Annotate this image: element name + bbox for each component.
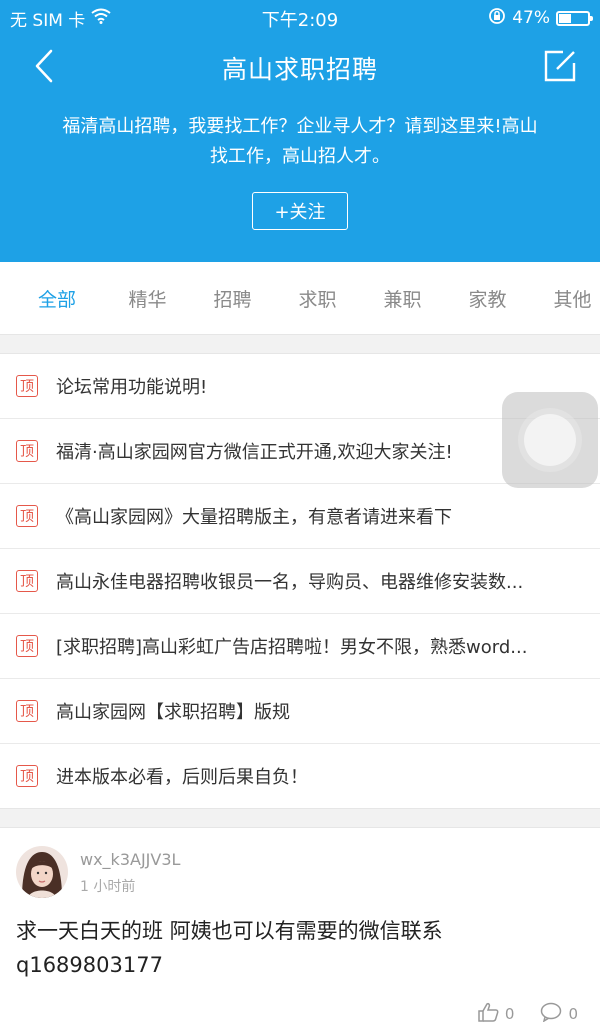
pinned-title: 福清·高山家园网官方微信正式开通,欢迎大家关注!: [56, 442, 453, 463]
pinned-badge: 顶: [16, 505, 38, 527]
forum-description: 福清高山招聘，我要找工作？企业寻人才？请到这里来!高山找工作，高山招人才。: [62, 116, 538, 167]
list-item[interactable]: 顶 高山永佳电器招聘收银员一名，导购员、电器维修安装数...: [0, 549, 600, 614]
battery-level: [559, 13, 572, 23]
tab-part-time[interactable]: 兼职: [360, 285, 445, 312]
comment-icon: [540, 1002, 562, 1026]
follow-button[interactable]: +关注: [252, 192, 348, 230]
pinned-title: 高山家园网【求职招聘】版规: [56, 702, 290, 723]
list-item[interactable]: 顶 [求职招聘]高山彩虹广告店招聘啦！男女不限，熟悉word...: [0, 614, 600, 679]
list-item[interactable]: 顶 《高山家园网》大量招聘版主，有意者请进来看下: [0, 484, 600, 549]
tab-other[interactable]: 其他: [530, 285, 600, 312]
comment-count: 0: [568, 1005, 578, 1023]
post-card[interactable]: wx_k3AJJV3L 1 小时前 求一天白天的班 阿姨也可以有需要的微信联系q…: [0, 827, 600, 1034]
back-button[interactable]: [24, 48, 64, 88]
pinned-badge: 顶: [16, 375, 38, 397]
post-content: 求一天白天的班 阿姨也可以有需要的微信联系q1689803177: [16, 919, 443, 977]
post-time: 1 小时前: [80, 879, 136, 895]
chevron-left-icon: [34, 49, 54, 87]
tab-job-seeking[interactable]: 求职: [275, 285, 360, 312]
rotation-lock-icon: [488, 7, 506, 30]
tab-recruit[interactable]: 招聘: [190, 285, 275, 312]
pinned-title: 高山永佳电器招聘收银员一名，导购员、电器维修安装数...: [56, 572, 524, 593]
nav-bar: 高山求职招聘: [0, 36, 600, 100]
pinned-title: [求职招聘]高山彩虹广告店招聘啦！男女不限，熟悉word...: [56, 637, 528, 658]
page-title: 高山求职招聘: [221, 55, 378, 84]
category-tabs: 全部 精华 招聘 求职 兼职 家教 其他: [0, 262, 600, 335]
post-username[interactable]: wx_k3AJJV3L: [80, 850, 180, 869]
status-bar: 无 SIM 卡 47%: [0, 0, 600, 36]
thumbs-up-icon: [477, 1002, 499, 1026]
compose-button[interactable]: [540, 48, 580, 88]
status-left: 无 SIM 卡: [10, 6, 111, 31]
header: 无 SIM 卡 47% 下午2:09 高山求职招聘 福清高山招聘，我要找工作？企…: [0, 0, 600, 262]
assistive-touch-button[interactable]: [502, 392, 598, 488]
wifi-icon: [91, 8, 111, 29]
pinned-badge: 顶: [16, 570, 38, 592]
assistive-touch-circle: [524, 414, 576, 466]
battery-percent: 47%: [512, 8, 550, 28]
post-actions: 0 0: [477, 1002, 578, 1026]
like-button[interactable]: 0: [477, 1002, 515, 1026]
avatar[interactable]: [16, 846, 68, 898]
pinned-title: 论坛常用功能说明!: [56, 377, 208, 398]
pinned-title: 进本版本必看，后则后果自负！: [56, 767, 308, 788]
tab-tutoring[interactable]: 家教: [445, 285, 530, 312]
status-right: 47%: [488, 7, 593, 30]
like-count: 0: [504, 1005, 515, 1023]
battery-icon: [556, 10, 593, 26]
pinned-badge: 顶: [16, 700, 38, 722]
tab-featured[interactable]: 精华: [105, 285, 190, 312]
pinned-title: 《高山家园网》大量招聘版主，有意者请进来看下: [56, 507, 452, 528]
list-item[interactable]: 顶 高山家园网【求职招聘】版规: [0, 679, 600, 744]
list-item[interactable]: 顶 进本版本必看，后则后果自负！: [0, 744, 600, 808]
pinned-badge: 顶: [16, 635, 38, 657]
carrier-label: 无 SIM 卡: [10, 10, 86, 31]
comment-button[interactable]: 0: [540, 1002, 578, 1026]
pinned-badge: 顶: [16, 440, 38, 462]
edit-icon: [543, 49, 577, 87]
pinned-badge: 顶: [16, 765, 38, 787]
tab-all[interactable]: 全部: [20, 285, 105, 312]
